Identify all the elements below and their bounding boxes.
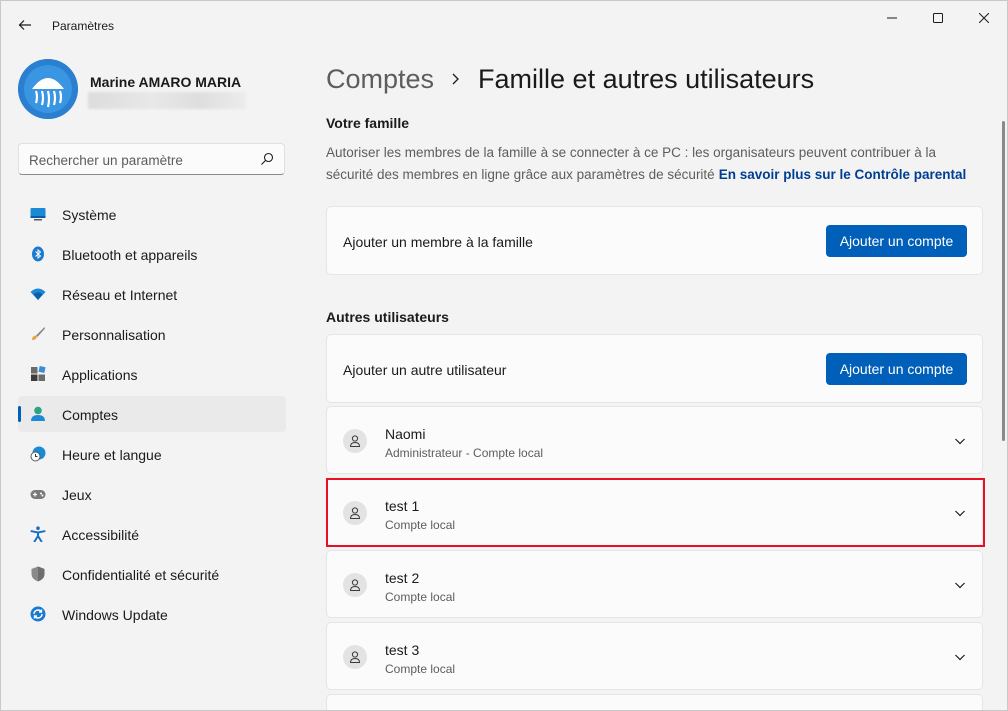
search-input[interactable] xyxy=(29,150,249,170)
main-scrollbar[interactable] xyxy=(1002,121,1005,441)
title-bar: Paramètres xyxy=(1,1,1007,47)
back-arrow-icon xyxy=(18,20,31,30)
chevron-down-icon[interactable] xyxy=(954,507,966,519)
user-card-test-1[interactable]: test 1 Compte local xyxy=(326,478,983,546)
sidebar-item-label: Applications xyxy=(62,367,138,383)
user-account-type: Administrateur - Compte local xyxy=(385,446,544,460)
sidebar-item-personnalisation[interactable]: Personnalisation xyxy=(18,316,286,352)
sidebar-item-comptes[interactable]: Comptes xyxy=(18,396,286,432)
sidebar-item-label: Jeux xyxy=(62,487,92,503)
sidebar-item-accessibilite[interactable]: Accessibilité xyxy=(18,516,286,552)
sidebar-item-label: Personnalisation xyxy=(62,327,166,343)
jellyfish-avatar-icon xyxy=(18,59,78,119)
person-icon xyxy=(349,435,361,447)
user-name: Marine AMARO MARIA xyxy=(90,74,242,90)
settings-window: Paramètres Marine AMARO MARIA Rechercher… xyxy=(0,0,1008,711)
other-users-section-title: Autres utilisateurs xyxy=(326,309,449,325)
windows-update-icon xyxy=(30,606,46,622)
user-account-type: Compte local xyxy=(385,518,456,532)
user-avatar xyxy=(343,573,367,597)
sidebar-item-label: Heure et langue xyxy=(62,447,162,463)
chevron-down-icon[interactable] xyxy=(954,651,966,663)
user-avatar xyxy=(343,645,367,669)
sidebar-item-label: Système xyxy=(62,207,117,223)
chevron-down-icon[interactable] xyxy=(954,435,966,447)
person-icon xyxy=(349,579,361,591)
user-avatar xyxy=(343,429,367,453)
maximize-icon xyxy=(933,13,943,23)
user-card-test-3[interactable]: test 3 Compte local xyxy=(326,622,983,690)
add-other-user-label: Ajouter un autre utilisateur xyxy=(343,362,507,378)
system-icon xyxy=(30,208,46,221)
user-account-type: Compte local xyxy=(385,590,456,604)
add-family-card: Ajouter un membre à la famille Ajouter u… xyxy=(326,206,983,275)
user-email-redacted xyxy=(88,92,246,109)
chevron-down-icon[interactable] xyxy=(954,579,966,591)
parental-control-link[interactable]: En savoir plus sur le Contrôle parental xyxy=(719,167,967,182)
maximize-button[interactable] xyxy=(915,1,961,35)
sidebar-item-confidentialite[interactable]: Confidentialité et sécurité xyxy=(18,556,286,592)
brush-icon xyxy=(32,327,45,340)
sidebar-item-bluetooth[interactable]: Bluetooth et appareils xyxy=(18,236,286,272)
sidebar-item-label: Accessibilité xyxy=(62,527,140,543)
back-button[interactable] xyxy=(11,11,39,39)
breadcrumb: Comptes Famille et autres utilisateurs xyxy=(326,61,814,97)
minimize-button[interactable] xyxy=(869,1,915,35)
sidebar-item-label: Réseau et Internet xyxy=(62,287,178,303)
user-card-test-2[interactable]: test 2 Compte local xyxy=(326,550,983,618)
user-card-naomi[interactable]: Naomi Administrateur - Compte local xyxy=(326,406,983,474)
sidebar-item-reseau[interactable]: Réseau et Internet xyxy=(18,276,286,312)
user-name: test 3 xyxy=(385,642,420,658)
sidebar-item-label: Bluetooth et appareils xyxy=(62,247,198,263)
apps-icon xyxy=(31,366,46,381)
search-box[interactable] xyxy=(18,143,285,175)
sidebar-item-windows-update[interactable]: Windows Update xyxy=(18,596,286,632)
add-family-label: Ajouter un membre à la famille xyxy=(343,234,533,250)
profile-avatar[interactable] xyxy=(18,59,78,119)
add-other-account-button[interactable]: Ajouter un compte xyxy=(826,353,967,385)
wifi-icon xyxy=(30,288,46,300)
user-avatar xyxy=(343,501,367,525)
sidebar-item-heure[interactable]: Heure et langue xyxy=(18,436,286,472)
bluetooth-icon xyxy=(32,246,44,262)
close-icon xyxy=(979,13,989,23)
sidebar-item-label: Confidentialité et sécurité xyxy=(62,567,220,583)
user-account-type: Compte local xyxy=(385,662,456,676)
close-button[interactable] xyxy=(961,1,1007,35)
family-section-title: Votre famille xyxy=(326,115,409,131)
user-name: test 2 xyxy=(385,570,420,586)
person-icon xyxy=(349,507,361,519)
sidebar-item-label: Comptes xyxy=(62,407,119,423)
sidebar-item-label: Windows Update xyxy=(62,607,168,623)
add-other-user-card: Ajouter un autre utilisateur Ajouter un … xyxy=(326,334,983,403)
sidebar-nav: Système Bluetooth et appareils Réseau et… xyxy=(18,196,286,636)
person-icon xyxy=(349,651,361,663)
accessibility-icon xyxy=(30,526,46,542)
user-name: test 1 xyxy=(385,498,420,514)
page-title: Famille et autres utilisateurs xyxy=(478,63,815,94)
clock-globe-icon xyxy=(30,446,46,462)
add-family-account-button[interactable]: Ajouter un compte xyxy=(826,225,967,257)
family-description: Autoriser les membres de la famille à se… xyxy=(326,142,986,186)
user-name: Naomi xyxy=(385,426,426,442)
next-user-card-partial[interactable] xyxy=(326,694,983,710)
sidebar-item-applications[interactable]: Applications xyxy=(18,356,286,392)
breadcrumb-parent[interactable]: Comptes xyxy=(326,64,434,95)
shield-icon xyxy=(31,566,45,582)
chevron-right-icon xyxy=(452,73,459,85)
account-icon xyxy=(31,406,45,421)
minimize-icon xyxy=(887,17,897,19)
gamepad-icon xyxy=(30,490,46,499)
app-title: Paramètres xyxy=(52,19,115,33)
search-icon[interactable] xyxy=(260,152,274,166)
sidebar-item-jeux[interactable]: Jeux xyxy=(18,476,286,512)
sidebar-item-systeme[interactable]: Système xyxy=(18,196,286,232)
